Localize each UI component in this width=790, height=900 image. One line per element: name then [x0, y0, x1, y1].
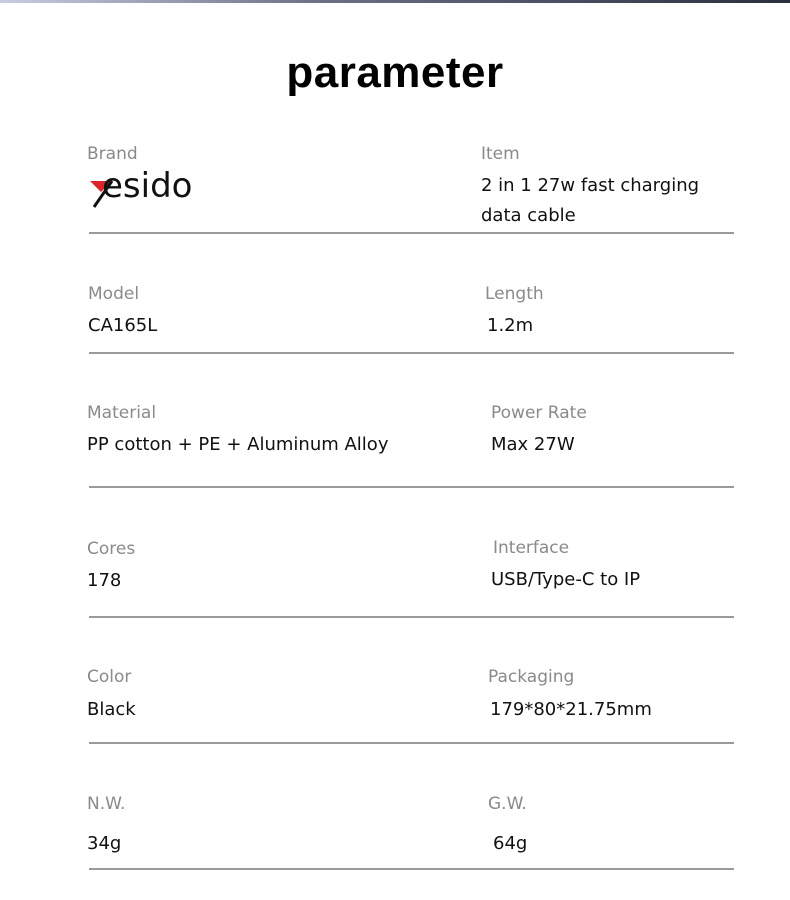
material-value: PP cotton + PE + Aluminum Alloy [87, 434, 389, 455]
power-rate-value: Max 27W [491, 434, 575, 455]
divider [89, 486, 734, 488]
item-label: Item [481, 144, 520, 164]
cores-label: Cores [87, 539, 136, 559]
packaging-value: 179*80*21.75mm [490, 699, 652, 720]
model-value: CA165L [88, 315, 158, 336]
packaging-label: Packaging [488, 667, 575, 687]
power-rate-label: Power Rate [491, 403, 587, 423]
length-label: Length [485, 284, 544, 304]
divider [89, 742, 734, 744]
color-label: Color [87, 667, 132, 687]
page-title: parameter [286, 48, 504, 97]
interface-label: Interface [493, 538, 570, 558]
divider [89, 616, 734, 618]
gross-weight-value: 64g [493, 833, 528, 854]
model-label: Model [88, 284, 140, 304]
net-weight-label: N.W. [87, 794, 126, 814]
length-value: 1.2m [487, 315, 534, 336]
item-value-line-1: 2 in 1 27w fast charging [481, 175, 700, 196]
color-value: Black [87, 699, 136, 720]
brand-label: Brand [87, 144, 138, 164]
cores-value: 178 [87, 570, 122, 591]
gross-weight-label: G.W. [488, 794, 527, 814]
logo-wordmark: esido [102, 166, 193, 206]
item-value-line-2: data cable [481, 205, 576, 226]
top-gradient-bar [0, 0, 790, 3]
brand-logo: esido [88, 166, 223, 210]
divider [89, 232, 734, 234]
interface-value: USB/Type-C to IP [491, 569, 641, 590]
net-weight-value: 34g [87, 833, 122, 854]
divider [89, 352, 734, 354]
divider [89, 868, 734, 870]
material-label: Material [87, 403, 157, 423]
